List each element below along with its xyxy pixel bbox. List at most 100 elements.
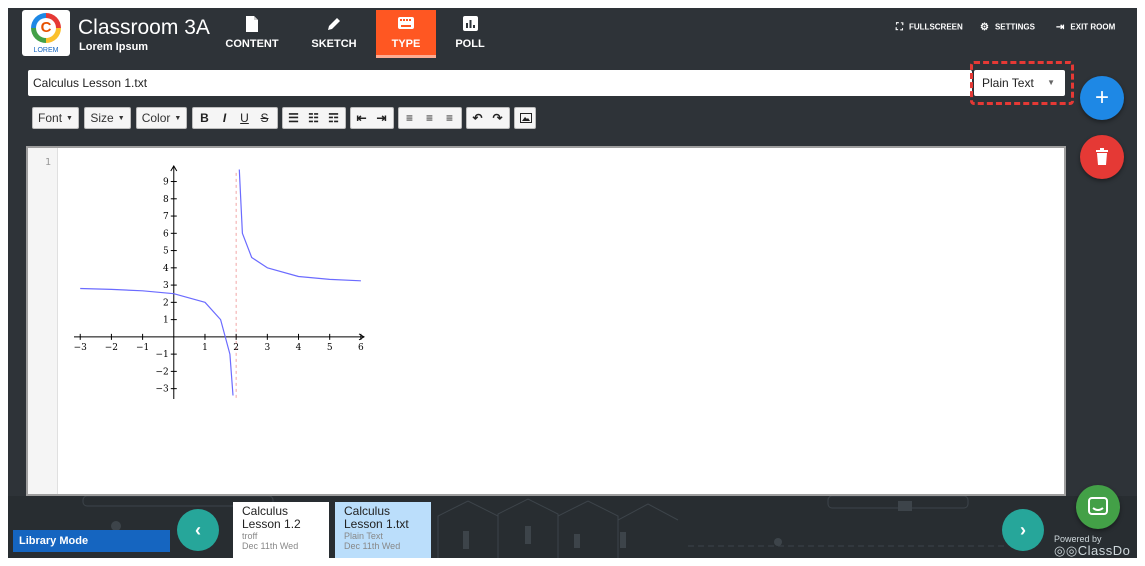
color-dropdown[interactable]: Color ▼ bbox=[136, 107, 187, 129]
size-dropdown[interactable]: Size ▼ bbox=[84, 107, 131, 129]
caret-down-icon: ▼ bbox=[66, 114, 73, 122]
tab-content[interactable]: CONTENT bbox=[222, 10, 282, 58]
exit-room-link[interactable]: ⇥ EXIT ROOM bbox=[1056, 22, 1115, 33]
x-tick-label: 6 bbox=[358, 343, 364, 353]
bold-button[interactable]: B bbox=[196, 108, 213, 128]
room-title: Classroom 3A bbox=[78, 16, 210, 39]
fullscreen-link[interactable]: ⛶ FULLSCREEN bbox=[896, 22, 963, 33]
tab-poll[interactable]: POLL bbox=[440, 10, 500, 58]
tab-label: TYPE bbox=[391, 38, 421, 50]
size-label: Size bbox=[90, 111, 114, 125]
function-curve-2 bbox=[238, 169, 361, 282]
file-card-type: Plain Text bbox=[344, 531, 383, 541]
italic-button[interactable]: I bbox=[216, 108, 233, 128]
file-card-name: Calculus Lesson 1.txt bbox=[344, 504, 409, 531]
underline-button[interactable]: U bbox=[236, 108, 253, 128]
delete-file-button[interactable] bbox=[1080, 135, 1124, 179]
y-tick-label: 9 bbox=[163, 178, 169, 188]
y-tick-label: −1 bbox=[156, 350, 169, 360]
function-graph: −3 −2 −1 1 2 3 4 5 6 9 8 7 6 5 4 3 2 1 −1 −2 −3 bbox=[74, 165, 365, 399]
logo-text: LOREM bbox=[33, 47, 59, 54]
y-tick-label: 7 bbox=[163, 212, 169, 222]
room-logo[interactable]: C LOREM bbox=[22, 10, 70, 56]
pencil-icon bbox=[304, 10, 364, 34]
exit-label: EXIT ROOM bbox=[1070, 22, 1116, 32]
history-group: ↶ ↷ bbox=[466, 107, 510, 129]
fullscreen-icon: ⛶ bbox=[896, 22, 903, 33]
gear-icon: ⚙ bbox=[980, 22, 989, 33]
room-subtitle: Lorem Ipsum bbox=[79, 41, 149, 53]
x-tick-label: −1 bbox=[136, 343, 149, 353]
text-style-group: B I U S bbox=[192, 107, 278, 129]
font-label: Font bbox=[38, 111, 63, 125]
classdo-brand: ◎◎ClassDo bbox=[1054, 544, 1130, 558]
keyboard-icon bbox=[376, 10, 436, 34]
tab-label: POLL bbox=[455, 38, 485, 50]
caret-down-icon: ▼ bbox=[174, 114, 182, 122]
powered-by: Powered by ◎◎ClassDo bbox=[1054, 534, 1130, 558]
app-window: C LOREM Classroom 3A Lorem Ipsum CONTENT… bbox=[8, 8, 1137, 558]
y-tick-label: 8 bbox=[163, 195, 169, 205]
chevron-right-icon: › bbox=[1020, 520, 1026, 540]
tab-type[interactable]: TYPE bbox=[376, 10, 436, 58]
y-tick-label: 2 bbox=[163, 298, 169, 308]
file-card-type: troff bbox=[242, 531, 258, 541]
tab-sketch[interactable]: SKETCH bbox=[304, 10, 364, 58]
undo-icon[interactable]: ↶ bbox=[469, 108, 486, 128]
color-label: Color bbox=[141, 111, 171, 125]
indent-group: ⇤ ⇥ bbox=[350, 107, 394, 129]
align-center-icon[interactable]: ≡ bbox=[421, 108, 438, 128]
add-file-button[interactable]: + bbox=[1080, 76, 1124, 120]
x-tick-label: −3 bbox=[74, 343, 88, 353]
settings-link[interactable]: ⚙ SETTINGS bbox=[980, 22, 1035, 33]
insert-image-icon[interactable] bbox=[517, 108, 534, 128]
x-tick-label: 5 bbox=[327, 343, 333, 353]
poll-chart-icon bbox=[440, 10, 500, 34]
x-tick-label: 4 bbox=[296, 343, 302, 353]
line-number-gutter: 1 bbox=[28, 148, 58, 494]
chat-button[interactable] bbox=[1076, 485, 1120, 529]
text-editor[interactable]: 1 −3 −2 −1 1 2 3 4 5 6 9 8 7 6 5 4 3 2 1 −1 −2 −3 bbox=[26, 146, 1066, 496]
image-group bbox=[514, 107, 536, 129]
highlight-box bbox=[970, 61, 1074, 105]
file-card-name: Calculus Lesson 1.2 bbox=[242, 504, 301, 531]
align-right-icon[interactable]: ≡ bbox=[441, 108, 458, 128]
align-group: ≡ ≡ ≡ bbox=[398, 107, 462, 129]
file-card[interactable]: Calculus Lesson 1.2 troff Dec 11th Wed bbox=[233, 502, 329, 558]
bullet-list-icon[interactable]: ☰ bbox=[285, 108, 302, 128]
chevron-left-icon: ‹ bbox=[195, 520, 201, 540]
y-tick-label: −3 bbox=[156, 385, 170, 395]
x-tick-label: −2 bbox=[105, 343, 118, 353]
brand-name: ClassDo bbox=[1077, 543, 1131, 558]
plus-icon: + bbox=[1094, 84, 1109, 111]
y-tick-label: 1 bbox=[163, 316, 169, 326]
x-tick-label: 3 bbox=[264, 343, 270, 353]
font-dropdown[interactable]: Font ▼ bbox=[32, 107, 79, 129]
file-card-date: Dec 11th Wed bbox=[344, 541, 401, 551]
file-icon bbox=[222, 10, 282, 34]
align-left-icon[interactable]: ≡ bbox=[401, 108, 418, 128]
numbered-list-icon[interactable]: ☷ bbox=[305, 108, 322, 128]
settings-label: SETTINGS bbox=[994, 22, 1035, 32]
trash-icon bbox=[1096, 148, 1108, 165]
tab-label: SKETCH bbox=[311, 38, 357, 50]
checklist-icon[interactable]: ☶ bbox=[325, 108, 342, 128]
file-card-selected[interactable]: Calculus Lesson 1.txt Plain Text Dec 11t… bbox=[335, 502, 431, 558]
classdo-logo-icon: ◎◎ bbox=[1054, 543, 1078, 558]
top-bar: C LOREM Classroom 3A Lorem Ipsum CONTENT… bbox=[8, 8, 1137, 60]
line-number: 1 bbox=[44, 157, 51, 168]
caret-down-icon: ▼ bbox=[117, 114, 125, 122]
redo-icon[interactable]: ↷ bbox=[489, 108, 506, 128]
strikethrough-button[interactable]: S bbox=[256, 108, 273, 128]
file-card-date: Dec 11th Wed bbox=[242, 541, 299, 551]
indent-icon[interactable]: ⇥ bbox=[373, 108, 390, 128]
library-mode-label[interactable]: Library Mode bbox=[13, 530, 170, 552]
x-tick-label: 1 bbox=[202, 343, 208, 353]
next-file-button[interactable]: › bbox=[1002, 509, 1044, 551]
logo-letter-icon: C bbox=[40, 19, 52, 36]
chat-icon bbox=[1088, 497, 1108, 515]
y-tick-label: 5 bbox=[163, 247, 169, 257]
previous-file-button[interactable]: ‹ bbox=[177, 509, 219, 551]
outdent-icon[interactable]: ⇤ bbox=[353, 108, 370, 128]
filename-field[interactable]: Calculus Lesson 1.txt bbox=[28, 70, 972, 96]
